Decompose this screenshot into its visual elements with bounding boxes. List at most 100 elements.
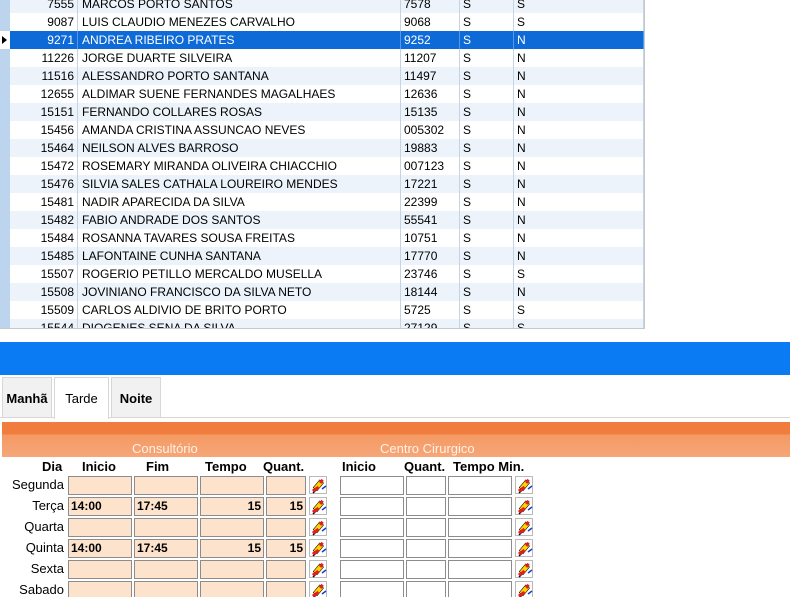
cc-quant-field[interactable] [406,581,446,597]
cc-quant-field[interactable] [406,497,446,516]
tempo-field[interactable] [200,476,264,495]
edit-icon[interactable] [515,539,533,557]
col-header-cc-inicio: Inicio [342,459,376,474]
cc-inicio-field[interactable] [340,476,404,495]
edit-icon[interactable] [309,560,327,578]
table-row[interactable]: 12655 ALDIMAR SUENE FERNANDES MAGALHAES 12… [0,85,644,103]
fim-field[interactable] [134,518,198,537]
table-row[interactable]: 9087 LUIS CLAUDIO MENEZES CARVALHO 9068 S S [0,13,644,31]
cell-code: 27129 [401,319,460,328]
cc-inicio-field[interactable] [340,560,404,579]
cc-inicio-field[interactable] [340,539,404,558]
edit-icon[interactable] [515,581,533,597]
quant-field[interactable] [266,518,306,537]
edit-icon[interactable] [309,581,327,597]
day-label: Sexta [30,561,64,576]
cell-name: ALESSANDRO PORTO SANTANA [78,67,401,85]
cell-id: 15544 [10,319,78,328]
quant-field[interactable] [266,476,306,495]
edit-icon[interactable] [309,497,327,515]
cell-code: 15135 [401,103,460,121]
cell-name: CARLOS ALDIVIO DE BRITO PORTO [78,301,401,319]
cc-inicio-field[interactable] [340,581,404,597]
quant-field[interactable]: 15 [266,497,306,516]
table-row[interactable]: 15507 ROGERIO PETILLO MERCALDO MUSELLA 237… [0,265,644,283]
cell-name: LUIS CLAUDIO MENEZES CARVALHO [78,13,401,31]
day-label: Segunda [11,477,64,492]
table-row[interactable]: 15456 AMANDA CRISTINA ASSUNCAO NEVES 00530… [0,121,644,139]
inicio-field[interactable] [68,518,132,537]
table-row[interactable]: 15151 FERNANDO COLLARES ROSAS 15135 S N [0,103,644,121]
table-row[interactable]: 15544 DIOGENES SENA DA SILVA 27129 S S [0,319,644,328]
table-row[interactable]: 15509 CARLOS ALDIVIO DE BRITO PORTO 5725 S S [0,301,644,319]
inicio-field[interactable] [68,560,132,579]
inicio-field[interactable]: 14:00 [68,497,132,516]
cc-tempo-min-field[interactable] [448,476,512,495]
quant-field[interactable]: 15 [266,539,306,558]
cell-flag-2: N [514,121,644,139]
col-header-inicio: Inicio [82,459,116,474]
employee-grid[interactable]: 7555 MARCOS PORTO SANTOS 7578 S S 9087 LUIS CL… [0,0,645,329]
table-row[interactable]: 15484 ROSANNA TAVARES SOUSA FREITAS 10751 S… [0,229,644,247]
table-row[interactable]: 15482 FABIO ANDRADE DOS SANTOS 55541 S N [0,211,644,229]
quant-field[interactable] [266,581,306,597]
table-row[interactable]: 15464 NEILSON ALVES BARROSO 19883 S N [0,139,644,157]
cell-flag-1: S [460,247,514,265]
inicio-field[interactable] [68,476,132,495]
edit-icon[interactable] [515,518,533,536]
edit-icon[interactable] [309,518,327,536]
edit-icon[interactable] [309,539,327,557]
fim-field[interactable] [134,581,198,597]
table-row[interactable]: 15476 SILVIA SALES CATHALA LOUREIRO MENDE… [0,175,644,193]
tempo-field[interactable] [200,560,264,579]
cc-quant-field[interactable] [406,518,446,537]
tempo-field[interactable]: 15 [200,539,264,558]
fim-field[interactable]: 17:45 [134,539,198,558]
tempo-field[interactable] [200,581,264,597]
cell-flag-2: N [514,211,644,229]
table-row[interactable]: 15485 LAFONTAINE CUNHA SANTANA 17770 S N [0,247,644,265]
cell-code: 22399 [401,193,460,211]
cell-code: 5725 [401,301,460,319]
table-row[interactable]: 9271 ANDREA RIBEIRO PRATES 9252 S N [0,31,644,49]
edit-icon[interactable] [515,560,533,578]
cell-name: JORGE DUARTE SILVEIRA [78,49,401,67]
table-row[interactable]: 7555 MARCOS PORTO SANTOS 7578 S S [0,0,644,13]
cc-tempo-min-field[interactable] [448,581,512,597]
cc-tempo-min-field[interactable] [448,560,512,579]
cell-name: LAFONTAINE CUNHA SANTANA [78,247,401,265]
tab-tarde[interactable]: Tarde [54,377,109,419]
table-row[interactable]: 11516 ALESSANDRO PORTO SANTANA 11497 S N [0,67,644,85]
cc-tempo-min-field[interactable] [448,518,512,537]
cc-quant-field[interactable] [406,560,446,579]
inicio-field[interactable]: 14:00 [68,539,132,558]
table-row[interactable]: 11226 JORGE DUARTE SILVEIRA 11207 S N [0,49,644,67]
cc-quant-field[interactable] [406,539,446,558]
edit-icon[interactable] [515,497,533,515]
cc-tempo-min-field[interactable] [448,539,512,558]
edit-icon[interactable] [309,476,327,494]
cell-flag-2: N [514,67,644,85]
cc-inicio-field[interactable] [340,518,404,537]
cell-id: 15464 [10,139,78,157]
quant-field[interactable] [266,560,306,579]
inicio-field[interactable] [68,581,132,597]
tempo-field[interactable] [200,518,264,537]
table-row[interactable]: 15508 JOVINIANO FRANCISCO DA SILVA NETO 18… [0,283,644,301]
cc-tempo-min-field[interactable] [448,497,512,516]
cc-inicio-field[interactable] [340,497,404,516]
row-indicator [0,31,10,49]
table-row[interactable]: 15481 NADIR APARECIDA DA SILVA 22399 S N [0,193,644,211]
tab-noite[interactable]: Noite [111,377,161,418]
fim-field[interactable]: 17:45 [134,497,198,516]
cc-quant-field[interactable] [406,476,446,495]
table-row[interactable]: 15472 ROSEMARY MIRANDA OLIVEIRA CHIACCHIO… [0,157,644,175]
edit-icon[interactable] [515,476,533,494]
fim-field[interactable] [134,476,198,495]
cell-flag-1: S [460,103,514,121]
tempo-field[interactable]: 15 [200,497,264,516]
fim-field[interactable] [134,560,198,579]
tab-manha[interactable]: Manhã [2,377,52,418]
cell-code: 18144 [401,283,460,301]
grid-rows: 7555 MARCOS PORTO SANTOS 7578 S S 9087 LUIS CL… [0,0,644,328]
